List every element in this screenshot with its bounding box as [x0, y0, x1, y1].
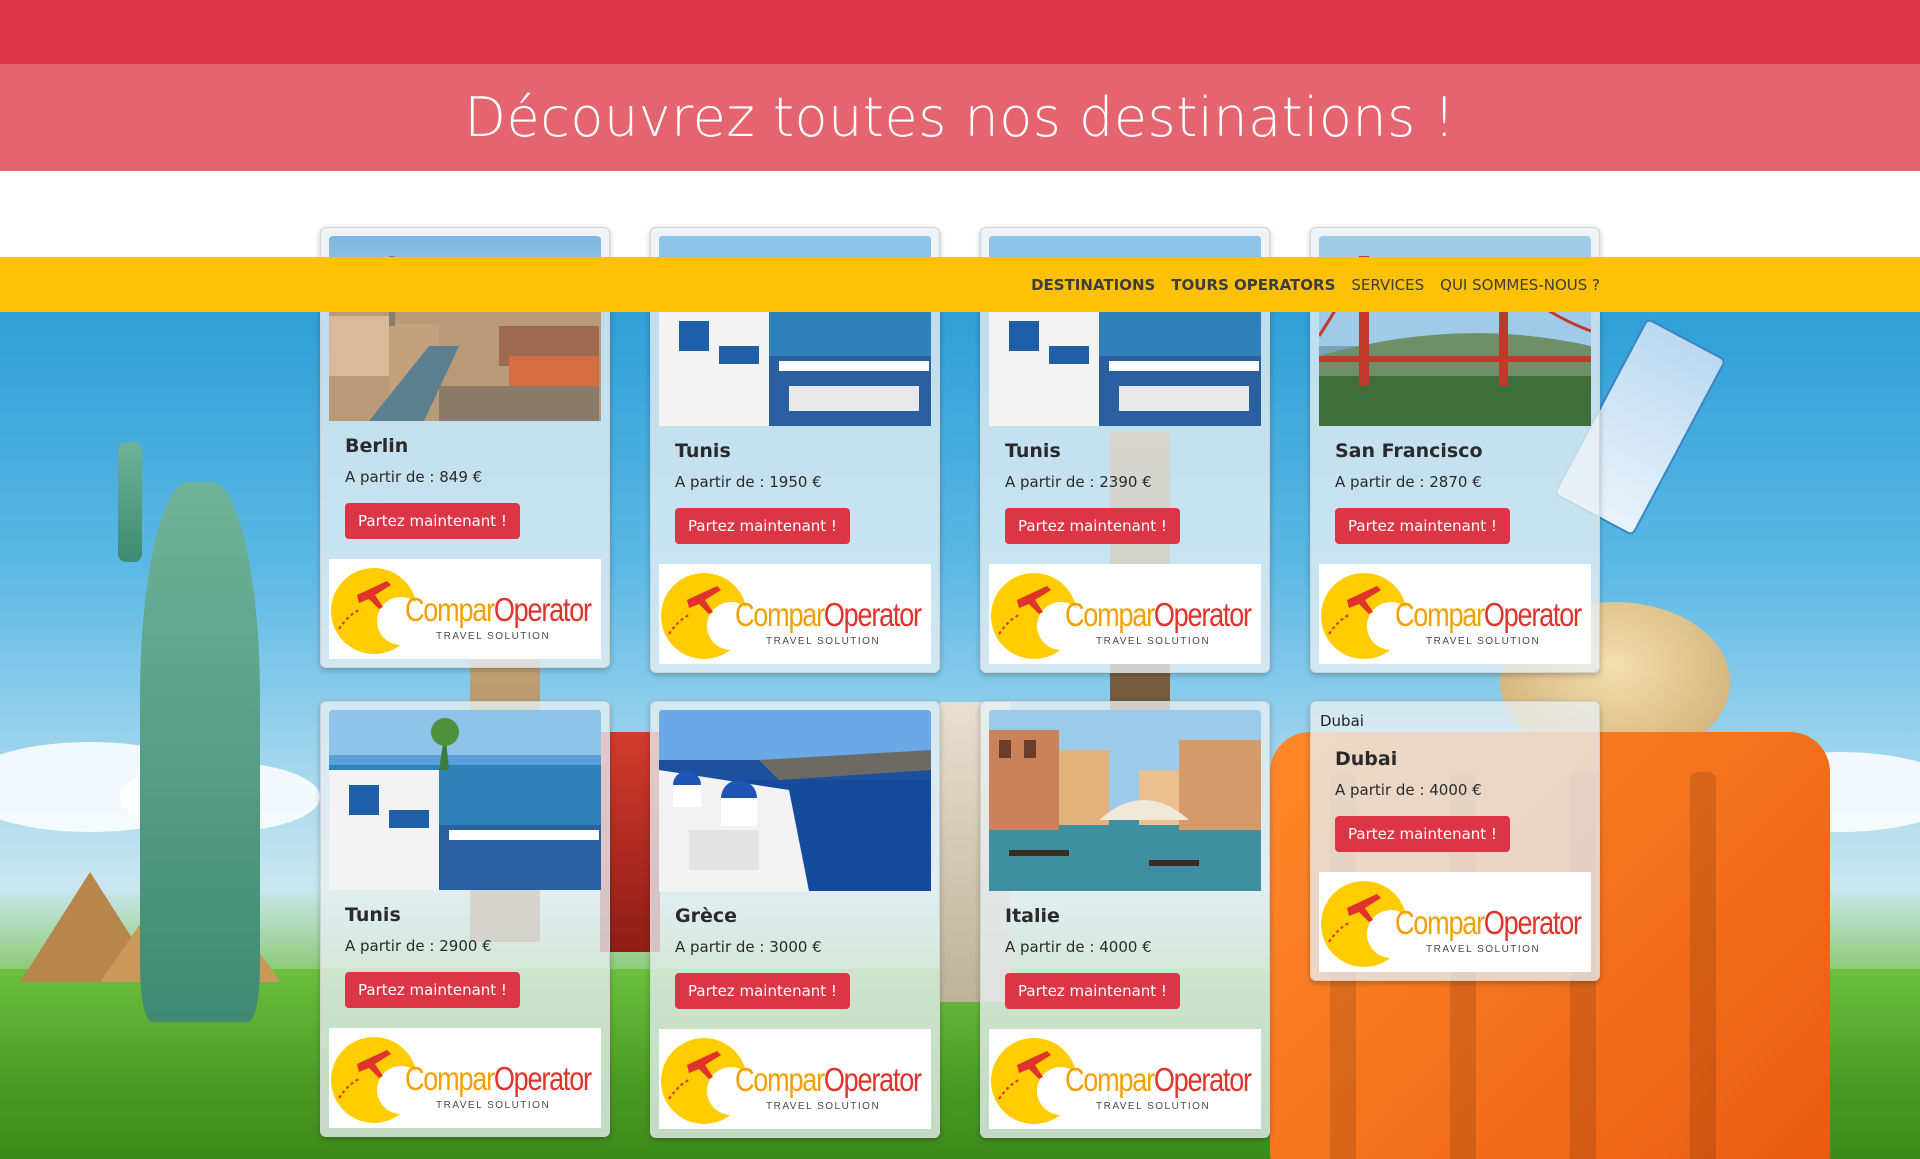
logo-brand-text: ComparOperator [1065, 596, 1252, 633]
comparoperator-logo: ComparOperator TRAVEL SOLUTION [1319, 872, 1591, 972]
destination-title: Italie [1005, 905, 1060, 927]
comparoperator-logo: ComparOperator TRAVEL SOLUTION [989, 1029, 1261, 1129]
destination-title: Dubai [1335, 748, 1398, 770]
logo-tagline: TRAVEL SOLUTION [1426, 944, 1541, 955]
main-navbar: DESTINATIONS TOURS OPERATORS SERVICES QU… [0, 257, 1920, 312]
card-body: Grèce A partir de : 3000 € Partez mainte… [659, 891, 931, 1019]
destination-title: Tunis [345, 904, 401, 926]
comparoperator-logo: ComparOperator TRAVEL SOLUTION [659, 1029, 931, 1129]
destination-price: A partir de : 1950 € [675, 473, 822, 491]
destination-price: A partir de : 4000 € [1005, 938, 1152, 956]
destination-price: A partir de : 4000 € [1335, 781, 1482, 799]
logo-tagline: TRAVEL SOLUTION [766, 636, 881, 647]
destinations-grid: Berlin A partir de : 849 € Partez mainte… [0, 0, 1920, 1159]
nav-link-about-us[interactable]: QUI SOMMES-NOUS ? [1440, 276, 1600, 294]
destination-price: A partir de : 2870 € [1335, 473, 1482, 491]
book-now-button[interactable]: Partez maintenant ! [1335, 508, 1510, 544]
broken-image-alt-text: Dubai [1320, 712, 1364, 730]
card-body: Berlin A partir de : 849 € Partez mainte… [329, 421, 601, 549]
destination-price: A partir de : 849 € [345, 468, 483, 486]
destination-card: Dubai Dubai A partir de : 4000 € Partez … [1310, 701, 1600, 981]
comparoperator-logo: ComparOperator TRAVEL SOLUTION [659, 564, 931, 664]
book-now-button[interactable]: Partez maintenant ! [1005, 973, 1180, 1009]
book-now-button[interactable]: Partez maintenant ! [675, 508, 850, 544]
destination-title: Berlin [345, 435, 409, 457]
card-body: Tunis A partir de : 1950 € Partez mainte… [659, 426, 931, 554]
nav-link-services[interactable]: SERVICES [1351, 276, 1424, 294]
logo-tagline: TRAVEL SOLUTION [1096, 636, 1211, 647]
card-body: Dubai A partir de : 4000 € Partez mainte… [1319, 740, 1591, 862]
comparoperator-logo: ComparOperator TRAVEL SOLUTION [329, 1028, 601, 1128]
destination-card: Tunis A partir de : 2900 € Partez mainte… [320, 701, 610, 1137]
book-now-button[interactable]: Partez maintenant ! [1005, 508, 1180, 544]
logo-brand-text: ComparOperator [405, 591, 592, 628]
venice-image [989, 710, 1261, 891]
logo-tagline: TRAVEL SOLUTION [436, 631, 551, 642]
book-now-button[interactable]: Partez maintenant ! [345, 503, 520, 539]
destination-title: Tunis [675, 440, 731, 462]
destination-price: A partir de : 3000 € [675, 938, 822, 956]
book-now-button[interactable]: Partez maintenant ! [1335, 816, 1510, 852]
destination-title: Grèce [675, 905, 738, 927]
logo-brand-text: ComparOperator [1065, 1061, 1252, 1098]
card-body: Tunis A partir de : 2390 € Partez mainte… [989, 426, 1261, 554]
logo-tagline: TRAVEL SOLUTION [1096, 1101, 1211, 1112]
logo-tagline: TRAVEL SOLUTION [766, 1101, 881, 1112]
comparoperator-logo: ComparOperator TRAVEL SOLUTION [1319, 564, 1591, 664]
book-now-button[interactable]: Partez maintenant ! [345, 972, 520, 1008]
tunis-harbor-image [329, 710, 601, 890]
destination-price: A partir de : 2390 € [1005, 473, 1152, 491]
comparoperator-logo: ComparOperator TRAVEL SOLUTION [329, 559, 601, 659]
destination-title: San Francisco [1335, 440, 1483, 462]
card-body: San Francisco A partir de : 2870 € Parte… [1319, 426, 1591, 554]
card-body: Italie A partir de : 4000 € Partez maint… [989, 891, 1261, 1019]
logo-tagline: TRAVEL SOLUTION [1426, 636, 1541, 647]
logo-brand-text: ComparOperator [735, 1061, 922, 1098]
destination-title: Tunis [1005, 440, 1061, 462]
book-now-button[interactable]: Partez maintenant ! [675, 973, 850, 1009]
logo-brand-text: ComparOperator [1395, 596, 1582, 633]
santorini-image [659, 710, 931, 891]
nav-link-tours-operators[interactable]: TOURS OPERATORS [1171, 276, 1335, 294]
logo-brand-text: ComparOperator [405, 1060, 592, 1097]
card-body: Tunis A partir de : 2900 € Partez mainte… [329, 890, 601, 1018]
logo-brand-text: ComparOperator [1395, 904, 1582, 941]
destination-card: Italie A partir de : 4000 € Partez maint… [980, 701, 1270, 1138]
nav-link-destinations[interactable]: DESTINATIONS [1031, 276, 1155, 294]
destination-card: Grèce A partir de : 3000 € Partez mainte… [650, 701, 940, 1138]
comparoperator-logo: ComparOperator TRAVEL SOLUTION [989, 564, 1261, 664]
logo-tagline: TRAVEL SOLUTION [436, 1100, 551, 1111]
logo-brand-text: ComparOperator [735, 596, 922, 633]
destination-price: A partir de : 2900 € [345, 937, 492, 955]
